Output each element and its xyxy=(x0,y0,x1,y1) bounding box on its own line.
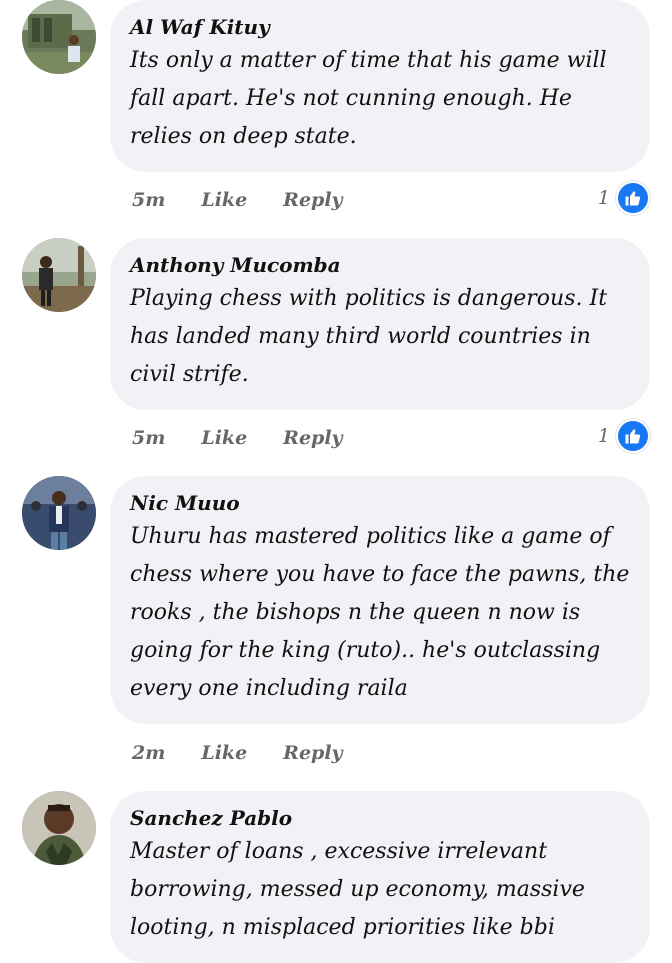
comment-timestamp[interactable]: 5m xyxy=(132,427,165,449)
like-button[interactable]: Like xyxy=(201,189,247,211)
comment-bubble: Anthony Mucomba Playing chess with polit… xyxy=(110,238,650,410)
avatar[interactable] xyxy=(22,0,96,74)
reply-button[interactable]: Reply xyxy=(283,427,342,449)
comment-actions: 5m Like Reply xyxy=(132,423,379,453)
reaction-summary[interactable]: 1 xyxy=(597,181,650,215)
comment-actions: 5m Like Reply xyxy=(132,185,379,215)
comment-bubble: Al Waf Kituy Its only a matter of time t… xyxy=(110,0,650,172)
comment-author[interactable]: Sanchez Pablo xyxy=(130,805,632,831)
reaction-count: 1 xyxy=(597,425,610,447)
comment-timestamp[interactable]: 5m xyxy=(132,189,165,211)
reply-button[interactable]: Reply xyxy=(283,189,342,211)
like-button[interactable]: Like xyxy=(201,427,247,449)
reaction-summary[interactable]: 1 xyxy=(597,419,650,453)
comment-bubble: Nic Muuo Uhuru has mastered politics lik… xyxy=(110,476,650,724)
comment-author[interactable]: Anthony Mucomba xyxy=(130,252,632,278)
avatar[interactable] xyxy=(22,238,96,312)
thumbs-up-icon xyxy=(616,419,650,453)
comment-bubble: Sanchez Pablo Master of loans , excessiv… xyxy=(110,791,650,963)
comment-text: Its only a matter of time that his game … xyxy=(130,48,607,149)
avatar[interactable] xyxy=(22,791,96,865)
avatar[interactable] xyxy=(22,476,96,550)
thumbs-up-icon xyxy=(616,181,650,215)
comment-thread: Al Waf Kituy Its only a matter of time t… xyxy=(0,0,672,963)
reply-button[interactable]: Reply xyxy=(283,742,342,764)
comment-author[interactable]: Nic Muuo xyxy=(130,490,632,516)
comment-text: Uhuru has mastered politics like a game … xyxy=(130,524,630,701)
comment-text: Playing chess with politics is dangerous… xyxy=(130,286,608,387)
comment-text: Master of loans , excessive irrelevant b… xyxy=(130,839,585,940)
comment-author[interactable]: Al Waf Kituy xyxy=(130,14,632,40)
like-button[interactable]: Like xyxy=(201,742,247,764)
comment-actions: 2m Like Reply xyxy=(132,738,379,768)
comment-timestamp[interactable]: 2m xyxy=(132,742,165,764)
reaction-count: 1 xyxy=(597,187,610,209)
